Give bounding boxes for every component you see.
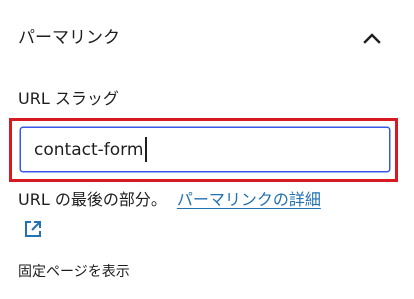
url-slug-input[interactable] — [20, 127, 390, 172]
permalink-panel-toggle[interactable]: パーマリンク — [0, 10, 414, 66]
slug-help-text: URL の最後の部分。 パーマリンクの詳細 — [18, 188, 321, 212]
chevron-up-icon[interactable] — [361, 30, 383, 46]
help-description: URL の最後の部分。 — [18, 190, 167, 209]
url-slug-label: URL スラッグ — [18, 89, 119, 108]
permalink-panel: パーマリンク URL スラッグ URL の最後の部分。パーマリンクの詳細 固定ペ… — [0, 0, 414, 299]
permalink-details-link[interactable]: パーマリンクの詳細 — [177, 190, 321, 209]
text-caret — [145, 137, 147, 162]
panel-title: パーマリンク — [18, 28, 120, 48]
view-page-label: 固定ページを表示 — [18, 264, 130, 280]
external-link-icon[interactable] — [22, 218, 44, 240]
